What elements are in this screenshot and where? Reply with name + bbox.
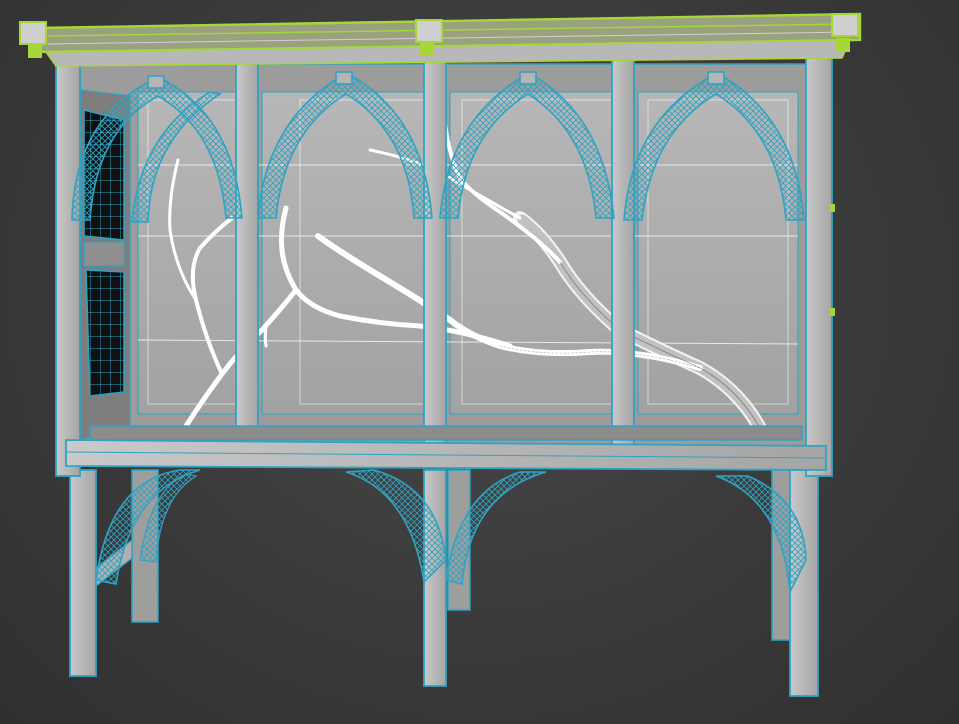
3d-viewport[interactable] (0, 0, 959, 724)
scene-canvas[interactable] (0, 0, 959, 724)
base-legs[interactable] (69, 469, 819, 697)
base-rail[interactable] (65, 425, 827, 471)
